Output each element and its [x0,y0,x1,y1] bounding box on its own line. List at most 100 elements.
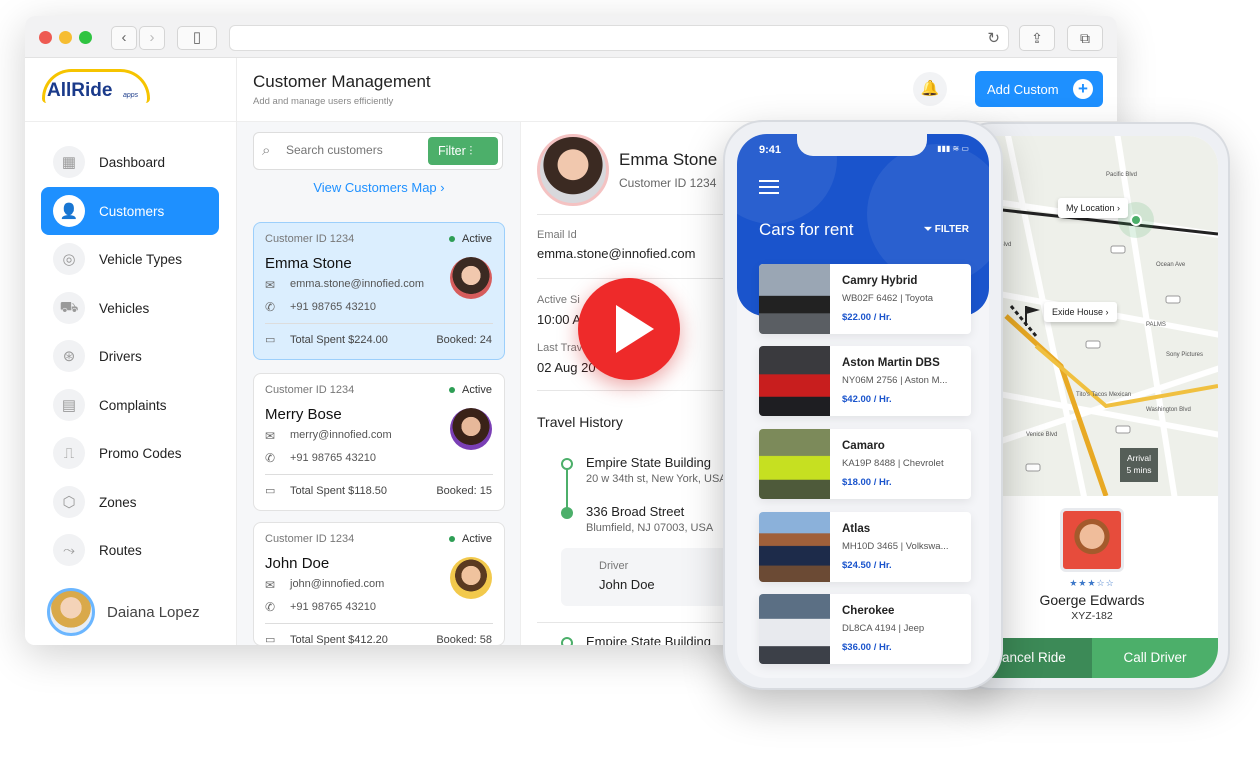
share-icon[interactable]: ⇪ [1019,25,1055,51]
car-image [759,346,830,416]
mail-icon: ✉ [265,578,276,592]
bell-icon[interactable]: 🔔 [913,72,947,106]
trip-to: 336 Broad Street [586,504,685,519]
car-image [759,512,830,582]
sidebar: AllRide apps ▦ Dashboard 👤 Customers ◎ V… [25,58,237,645]
phone-notch [797,134,927,156]
address-bar[interactable]: ↻ [229,25,1009,51]
maximize-window-button[interactable] [79,31,92,44]
destination-tag[interactable]: Exide House › [1044,302,1117,322]
decor-circle [867,144,989,284]
car-card[interactable]: Atlas MH10D 3465 | Volkswa... $24.50 / H… [759,512,971,582]
customer-name: Merry Bose [265,406,342,423]
filter-label: FILTER [934,224,969,235]
car-image [759,264,830,334]
sidebar-item-label: Vehicle Types [99,251,183,267]
sidebar-item-drivers[interactable]: ⊛ Drivers [41,332,219,380]
customer-email: emma.stone@innofied.com [290,278,425,290]
view-customers-map-link[interactable]: View Customers Map › [237,180,521,195]
map-street-label: Tito's Tacos Mexican [1076,392,1131,398]
customer-id: Customer ID 1234 [265,533,355,545]
user-icon: 👤 [53,195,85,227]
sidebar-item-complaints[interactable]: ▤ Complaints [41,381,219,429]
card-icon: ▭ [265,634,276,645]
sidebar-item-routes[interactable]: ⤳ Routes [41,526,219,574]
arrival-badge: Arrival 5 mins [1120,448,1158,482]
close-window-button[interactable] [39,31,52,44]
card-icon: ▭ [265,485,276,497]
page-title: Customer Management [253,72,431,91]
add-customer-button[interactable]: Add Custom + [975,71,1103,107]
phone-icon: ✆ [265,451,276,465]
sidebar-item-vehicles[interactable]: ⛟ Vehicles [41,284,219,332]
reload-icon[interactable]: ↻ [987,29,1000,47]
signal-battery-icon: ▮▮▮ ≋ ▭ [937,144,969,153]
timeline-start-dot [561,637,573,645]
sidebar-item-label: Zones [99,494,137,510]
car-detail: MH10D 3465 | Volkswa... [842,541,949,552]
call-driver-button[interactable]: Call Driver [1092,638,1218,678]
customer-id: Customer ID 1234 [265,384,355,396]
car-card[interactable]: Camaro KA19P 8488 | Chevrolet $18.00 / H… [759,429,971,499]
sidebar-item-customers[interactable]: 👤 Customers [41,187,219,235]
my-location-tag[interactable]: My Location › [1058,198,1129,218]
car-card[interactable]: Aston Martin DBS NY06M 2756 | Aston M...… [759,346,971,416]
minimize-window-button[interactable] [59,31,72,44]
filter-button[interactable]: Filter ⫶ [428,137,498,165]
tabs-icon[interactable]: ⧉ [1067,25,1103,51]
next-trip-from: Empire State Building [586,634,712,645]
car-name: Cherokee [842,605,895,617]
sidebar-item-label: Complaints [99,397,167,413]
sidebar-item-dashboard[interactable]: ▦ Dashboard [41,138,219,186]
divider [265,623,493,624]
email-label: Email Id [537,229,577,241]
avatar [450,408,492,450]
car-card[interactable]: Camry Hybrid WB02F 6462 | Toyota $22.00 … [759,264,971,334]
user-name: Daiana Lopez [107,603,200,621]
car-icon: ⛟ [53,292,85,324]
plus-icon: + [1073,79,1093,99]
car-name: Camaro [842,440,885,452]
phone-icon: ✆ [265,300,276,314]
customer-name: Emma Stone [265,255,352,272]
steering-wheel-icon: ⊛ [53,340,85,372]
car-price: $42.00 / Hr. [842,394,892,405]
customer-card[interactable]: Customer ID 1234 Active John Doe ✉ john@… [253,522,505,645]
filter-button[interactable]: ⏷ FILTER [924,224,969,235]
menu-icon[interactable] [759,180,779,194]
status-badge: Active [449,233,492,245]
arrival-time: 5 mins [1126,465,1152,475]
mail-icon: ✉ [265,429,276,443]
sidebar-item-label: Drivers [99,348,142,364]
sidebar-item-promo-codes[interactable]: ⎍ Promo Codes [41,429,219,477]
car-price: $36.00 / Hr. [842,642,892,653]
timeline-start-dot [561,458,573,470]
avatar [450,557,492,599]
driver-rating: ★★★☆☆ [1069,578,1115,588]
play-video-button[interactable] [578,278,680,380]
divider [265,474,493,475]
driver-label: Driver [599,560,629,572]
complaints-icon: ▤ [53,389,85,421]
customer-phone: +91 98765 43210 [290,301,376,313]
map-street-label: Sony Pictures [1166,352,1203,358]
driver-box: Driver John Doe [561,548,741,606]
avatar [47,588,95,636]
customer-card[interactable]: Customer ID 1234 Active Merry Bose ✉ mer… [253,373,505,511]
customer-card[interactable]: Customer ID 1234 Active Emma Stone ✉ emm… [253,222,505,360]
arrival-label: Arrival [1126,453,1152,463]
current-user[interactable]: Daiana Lopez [47,588,200,636]
status-badge: Active [449,533,492,545]
forward-button[interactable]: › [139,26,165,50]
back-button[interactable]: ‹ [111,26,137,50]
browser-toolbar: ‹ › ▯ ↻ ⇪ ⧉ [25,16,1117,58]
sidebar-item-vehicle-types[interactable]: ◎ Vehicle Types [41,235,219,283]
sidebar-toggle-icon[interactable]: ▯ [177,26,217,50]
customer-phone: +91 98765 43210 [290,452,376,464]
zone-icon: ⬡ [53,486,85,518]
sidebar-item-zones[interactable]: ⬡ Zones [41,478,219,526]
car-card[interactable]: Cherokee DL8CA 4194 | Jeep $36.00 / Hr. [759,594,971,664]
search-input[interactable] [286,143,426,157]
map[interactable]: Pacific BlvdNational BlvdOcean AveTito's… [966,136,1218,507]
travel-history-heading: Travel History [537,414,623,430]
